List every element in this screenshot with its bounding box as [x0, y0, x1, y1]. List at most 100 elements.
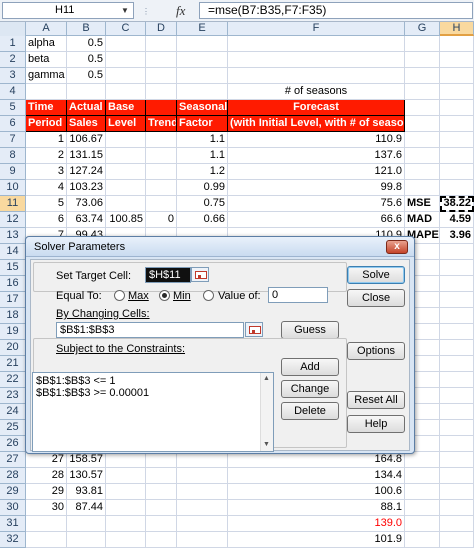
cell-h[interactable]: 3.96: [440, 228, 474, 244]
row-header[interactable]: 28: [0, 468, 26, 484]
row-header[interactable]: 19: [0, 324, 26, 340]
cell-b[interactable]: 103.23: [67, 180, 106, 196]
row-header[interactable]: 29: [0, 484, 26, 500]
cell-g[interactable]: [405, 532, 440, 548]
cell-h[interactable]: [440, 452, 474, 468]
cell-g[interactable]: [405, 68, 440, 84]
value-of-input[interactable]: 0: [268, 287, 328, 303]
column-header-c[interactable]: C: [106, 22, 146, 36]
row-header[interactable]: 22: [0, 372, 26, 388]
cell-f[interactable]: 134.4: [228, 468, 405, 484]
cell-b[interactable]: 158.57: [67, 452, 106, 468]
constraint-item[interactable]: $B$1:$B$3 <= 1: [36, 375, 270, 387]
cell-h[interactable]: [440, 484, 474, 500]
cell-d[interactable]: [146, 164, 177, 180]
cell-e[interactable]: [177, 52, 228, 68]
cell-g[interactable]: [405, 468, 440, 484]
cell-h[interactable]: [440, 292, 474, 308]
solve-button[interactable]: Solve: [347, 266, 405, 284]
collapse-dialog-icon[interactable]: [191, 267, 209, 282]
row-header[interactable]: 11: [0, 196, 26, 212]
column-header-d[interactable]: D: [146, 22, 177, 36]
cell-g[interactable]: [405, 500, 440, 516]
cell-d[interactable]: [146, 452, 177, 468]
row-header[interactable]: 25: [0, 420, 26, 436]
cell-g[interactable]: MAD: [405, 212, 440, 228]
dialog-title[interactable]: Solver Parameters: [26, 237, 414, 257]
cell-e[interactable]: 1.1: [177, 132, 228, 148]
cell-b[interactable]: [67, 516, 106, 532]
cell-c[interactable]: [106, 84, 146, 100]
row-header[interactable]: 1: [0, 36, 26, 52]
cell-e[interactable]: [177, 484, 228, 500]
column-header-g[interactable]: G: [405, 22, 440, 36]
collapse-dialog-icon[interactable]: [245, 322, 263, 337]
cell-a[interactable]: 6: [26, 212, 67, 228]
cell-g[interactable]: [405, 36, 440, 52]
cell-f[interactable]: 101.9: [228, 532, 405, 548]
cell-d[interactable]: 0: [146, 212, 177, 228]
cell-b[interactable]: Actual: [67, 100, 106, 116]
cell-b[interactable]: 87.44: [67, 500, 106, 516]
close-icon[interactable]: x: [386, 240, 408, 254]
cell-h[interactable]: [440, 36, 474, 52]
insert-function-icon[interactable]: fx: [176, 3, 185, 19]
cell-h[interactable]: [440, 500, 474, 516]
cell-g[interactable]: [405, 484, 440, 500]
constraints-list[interactable]: $B$1:$B$3 <= 1 $B$1:$B$3 >= 0.00001: [32, 372, 274, 452]
cell-b[interactable]: 0.5: [67, 52, 106, 68]
options-button[interactable]: Options: [347, 342, 405, 360]
cell-a[interactable]: 2: [26, 148, 67, 164]
cell-d[interactable]: [146, 132, 177, 148]
cell-e[interactable]: 0.75: [177, 196, 228, 212]
cell-b[interactable]: 127.24: [67, 164, 106, 180]
cell-b[interactable]: 73.06: [67, 196, 106, 212]
cell-g[interactable]: [405, 116, 440, 132]
row-header[interactable]: 24: [0, 404, 26, 420]
cell-f[interactable]: (with Initial Level, with # of seasons): [228, 116, 405, 132]
cell-h[interactable]: [440, 244, 474, 260]
formula-input[interactable]: =mse(B7:B35,F7:F35): [199, 2, 473, 19]
cell-e[interactable]: 0.99: [177, 180, 228, 196]
cell-d[interactable]: [146, 148, 177, 164]
cell-h[interactable]: 38.22: [440, 196, 474, 212]
cell-h[interactable]: [440, 68, 474, 84]
cell-h[interactable]: [440, 516, 474, 532]
cell-a[interactable]: [26, 532, 67, 548]
select-all-corner[interactable]: [0, 22, 26, 36]
cell-d[interactable]: [146, 196, 177, 212]
cell-c[interactable]: [106, 36, 146, 52]
cell-g[interactable]: [405, 516, 440, 532]
cell-h[interactable]: [440, 260, 474, 276]
cell-b[interactable]: [67, 532, 106, 548]
row-header[interactable]: 27: [0, 452, 26, 468]
cell-c[interactable]: [106, 68, 146, 84]
cell-a[interactable]: 1: [26, 132, 67, 148]
cell-g[interactable]: [405, 180, 440, 196]
cell-g[interactable]: [405, 84, 440, 100]
row-header[interactable]: 26: [0, 436, 26, 452]
cell-e[interactable]: [177, 468, 228, 484]
row-header[interactable]: 7: [0, 132, 26, 148]
cell-g[interactable]: [405, 148, 440, 164]
constraint-item[interactable]: $B$1:$B$3 >= 0.00001: [36, 387, 270, 399]
cell-a[interactable]: 30: [26, 500, 67, 516]
cell-g[interactable]: [405, 52, 440, 68]
column-header-h[interactable]: H: [440, 22, 474, 36]
cell-e[interactable]: [177, 516, 228, 532]
cell-d[interactable]: [146, 36, 177, 52]
cell-g[interactable]: MSE: [405, 196, 440, 212]
cell-b[interactable]: 106.67: [67, 132, 106, 148]
cell-b[interactable]: [67, 84, 106, 100]
cell-h[interactable]: [440, 340, 474, 356]
cell-d[interactable]: [146, 484, 177, 500]
cell-d[interactable]: [146, 100, 177, 116]
cell-h[interactable]: [440, 356, 474, 372]
cell-f[interactable]: 88.1: [228, 500, 405, 516]
cell-d[interactable]: [146, 68, 177, 84]
row-header[interactable]: 16: [0, 276, 26, 292]
cell-c[interactable]: [106, 484, 146, 500]
chevron-down-icon[interactable]: ▼: [121, 6, 129, 15]
cell-h[interactable]: [440, 164, 474, 180]
cell-e[interactable]: [177, 452, 228, 468]
